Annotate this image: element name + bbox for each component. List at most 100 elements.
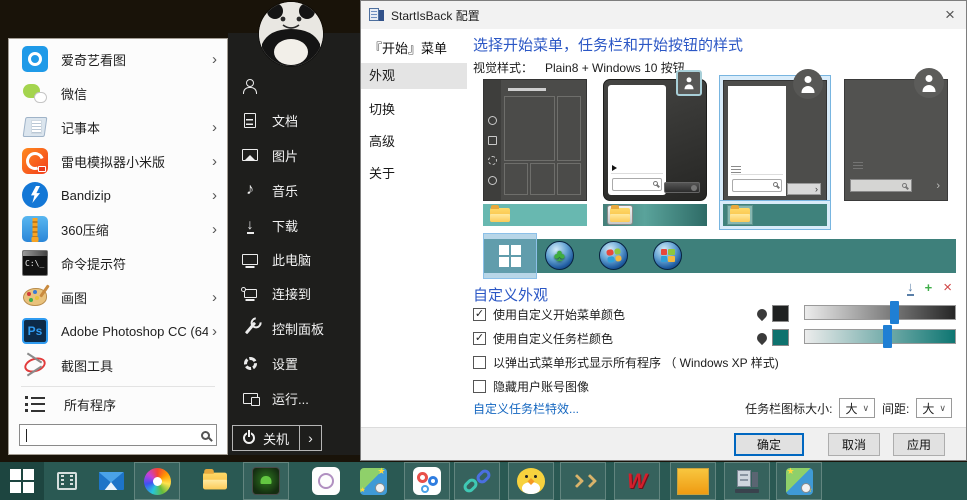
nav-item-advanced[interactable]: 高级 <box>361 129 467 155</box>
start-menu-item-bandizip[interactable]: Bandizip › <box>9 178 227 212</box>
shutdown-button[interactable]: 关机 <box>233 426 299 450</box>
color-droplet-icon[interactable] <box>755 331 769 345</box>
server-stack-icon <box>735 470 759 493</box>
mini-chevron: › <box>936 180 940 192</box>
ring-app-icon <box>312 467 340 495</box>
checkbox-unchecked[interactable] <box>473 356 486 369</box>
taskbar-color-slider[interactable] <box>804 329 956 344</box>
taskbar-brackets-app[interactable] <box>560 462 606 500</box>
start-menu-item-360zip[interactable]: 360压缩 › <box>9 212 227 246</box>
spacing-dropdown[interactable]: 大 ∨ <box>916 398 952 418</box>
taskbar-circle-app[interactable] <box>303 462 349 500</box>
settings-item[interactable]: 设置 <box>241 351 298 375</box>
music-item[interactable]: ♪ 音乐 <box>241 178 298 202</box>
all-programs-button[interactable]: 所有程序 <box>9 389 227 419</box>
startmenu-color-swatch[interactable] <box>772 305 789 322</box>
app-label: 360压缩 <box>61 220 109 239</box>
taskbar-effects-link[interactable]: 自定义任务栏特效... <box>473 400 579 417</box>
taskbar-image-tool[interactable]: ★ ★ <box>350 462 396 500</box>
remove-style-icon[interactable]: × <box>943 280 952 296</box>
start-menu-item-cmd[interactable]: C:\_ 命令提示符 <box>9 246 227 280</box>
submenu-chevron-icon: › <box>208 290 217 305</box>
documents-item[interactable]: 文档 <box>241 108 298 132</box>
checkbox-row-hide-avatar[interactable]: 隐藏用户账号图像 <box>473 378 589 394</box>
downloads-item[interactable]: ↓ 下载 <box>241 213 298 237</box>
taskbar-startisback[interactable] <box>724 462 770 500</box>
download-style-icon[interactable]: ↓ <box>907 280 914 296</box>
taskbar-color-swatch[interactable] <box>772 329 789 346</box>
start-menu-item-paint[interactable]: 画图 › <box>9 280 227 314</box>
nav-item-appearance[interactable]: 外观 <box>361 63 467 89</box>
taskbar-link-app[interactable] <box>454 462 500 500</box>
text-caret <box>26 429 27 442</box>
nav-item-switching[interactable]: 切换 <box>361 97 467 123</box>
taskbar-image-tool-2[interactable]: ★ ★ <box>776 462 822 500</box>
start-menu-item-photoshop[interactable]: Ps Adobe Photoshop CC (64 Bit) › <box>9 314 227 348</box>
this-pc-item[interactable]: 此电脑 <box>241 247 311 271</box>
taskbar-chick-app[interactable] <box>508 462 554 500</box>
style-thumbnail-plain8-selected[interactable]: › <box>723 80 827 202</box>
close-icon[interactable]: × <box>934 1 966 29</box>
run-item[interactable]: 运行... <box>241 386 309 410</box>
visual-style-row: 视觉样式： Plain8 + Windows 10 按钮 <box>473 59 685 76</box>
checkbox-row-xp-style[interactable]: 以弹出式菜单形式显示所有程序 （ Windows XP 样式) <box>473 354 779 370</box>
start-menu-panel: 爱奇艺看图 › 微信 记事本 › 雷电模拟器小米版 › Bandizip › 3… <box>8 38 228 455</box>
taskbar-android-emulator[interactable] <box>243 462 289 500</box>
taskbar-browser[interactable] <box>134 462 180 500</box>
pictures-item[interactable]: 图片 <box>241 143 298 167</box>
add-style-icon[interactable]: + <box>925 280 933 296</box>
style-thumbnail-windows10[interactable] <box>483 79 587 201</box>
item-label: 运行... <box>272 389 309 408</box>
dialog-titlebar[interactable]: StartIsBack 配置 × <box>361 1 966 29</box>
taskbar-red-w-app[interactable]: W <box>614 462 660 500</box>
search-icon[interactable] <box>201 431 210 440</box>
start-button-option-win7-orb[interactable] <box>599 241 628 270</box>
apply-button[interactable]: 应用 <box>893 433 945 456</box>
user-avatar[interactable] <box>259 2 323 66</box>
task-view-button[interactable] <box>44 462 90 500</box>
taskbar-start-button[interactable] <box>0 462 44 500</box>
start-menu-item-wechat[interactable]: 微信 <box>9 76 227 110</box>
style-thumbnail-plain10[interactable]: › <box>844 79 948 201</box>
shutdown-options-arrow[interactable]: › <box>299 426 321 450</box>
user-files-item[interactable] <box>241 73 259 97</box>
startmenu-slider-handle[interactable] <box>890 301 899 324</box>
checkbox-checked[interactable]: ✓ <box>473 308 486 321</box>
checkbox-row-startmenu-color[interactable]: ✓ 使用自定义开始菜单颜色 <box>473 306 625 322</box>
control-panel-item[interactable]: 控制面板 <box>241 316 324 340</box>
mini-gear-icon <box>488 156 497 165</box>
taskbar-slider-handle[interactable] <box>883 325 892 348</box>
connect-to-icon <box>241 284 259 302</box>
taskbar-preview-aero[interactable] <box>603 204 707 226</box>
start-search-input[interactable] <box>19 424 217 446</box>
connect-to-item[interactable]: 连接到 <box>241 281 311 305</box>
icon-size-dropdown[interactable]: 大 ∨ <box>839 398 875 418</box>
submenu-chevron-icon: › <box>208 120 217 135</box>
startmenu-color-slider[interactable] <box>804 305 956 320</box>
color-droplet-icon[interactable] <box>755 307 769 321</box>
style-thumbnail-aero7[interactable] <box>603 79 707 201</box>
checkbox-row-taskbar-color[interactable]: ✓ 使用自定义任务栏颜色 <box>473 330 613 346</box>
start-button-option-win8-orb[interactable] <box>653 241 682 270</box>
taskbar-orange-app[interactable] <box>670 462 716 500</box>
pinwheel-browser-icon <box>144 468 171 495</box>
command-prompt-icon: C:\_ <box>22 250 48 276</box>
dialog-title: StartIsBack 配置 <box>391 7 480 24</box>
start-button-option-win10-selected[interactable] <box>483 233 537 279</box>
nav-item-about[interactable]: 关于 <box>361 161 467 187</box>
start-button-option-shamrock[interactable]: ♣ <box>545 241 574 270</box>
checkbox-unchecked[interactable] <box>473 380 486 393</box>
checkbox-checked[interactable]: ✓ <box>473 332 486 345</box>
taskbar-mail[interactable] <box>88 462 134 500</box>
start-menu-item-snippingtool[interactable]: 截图工具 <box>9 348 227 382</box>
taskbar-preview-light[interactable] <box>483 204 587 226</box>
taskbar-file-explorer[interactable] <box>192 462 238 500</box>
start-menu-item-ld-emulator[interactable]: 雷电模拟器小米版 › <box>9 144 227 178</box>
start-menu-item-notepad[interactable]: 记事本 › <box>9 110 227 144</box>
start-menu-item-iqiyi[interactable]: 爱奇艺看图 › <box>9 42 227 76</box>
taskbar-preview-flat-selected[interactable] <box>723 204 827 226</box>
cancel-button[interactable]: 取消 <box>828 433 880 456</box>
taskbar-netdisk-app[interactable] <box>404 462 450 500</box>
visual-style-label: 视觉样式： <box>473 59 533 76</box>
ok-button[interactable]: 确定 <box>734 433 804 456</box>
